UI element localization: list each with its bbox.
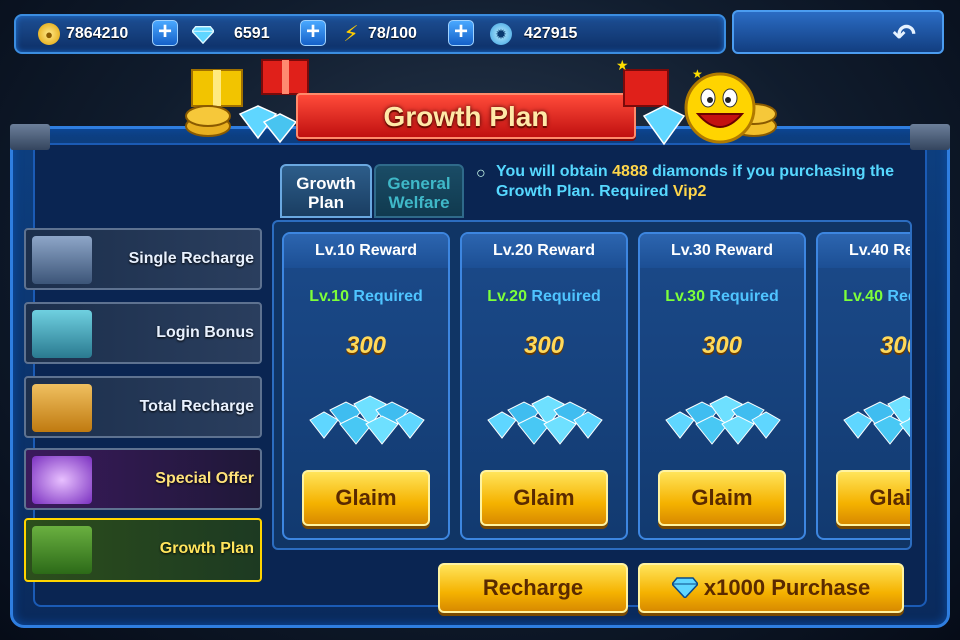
resource-bar: ● 7864210 + 6591 + ⚡ 78/100 + ✹ 427915 [14,14,726,54]
info-text: You will obtain 4888 diamonds if you pur… [496,162,922,202]
claim-button[interactable]: Glaim [658,470,786,526]
diamond-reward-amount: 4888 [612,163,648,180]
required-level: Lv.40 [843,288,883,305]
gold-amount: 7864210 [66,25,129,42]
diamond-pile-icon [309,395,425,445]
claim-button[interactable]: Glaim [302,470,430,526]
sidebar-item-single-recharge[interactable]: Single Recharge [24,228,262,290]
diamond-icon [192,23,214,45]
reward-card-lv30: Lv.30 Reward Lv.30 Required 300 Glaim [638,232,806,540]
sidebar-item-label: Special Offer [155,470,254,487]
purple-diamond-icon [32,456,92,504]
add-diamonds-button[interactable]: + [300,20,326,46]
info-text-part: You will obtain [496,163,613,180]
lightning-icon: ⚡ [343,21,359,46]
diamond-pile-icon [843,395,910,445]
purchase-multiplier: x1000 [703,575,766,600]
tab-label-line1: General [387,174,451,193]
gold-coin-icon: ● [38,23,60,45]
energy-amount: 78/100 [368,25,417,42]
diamond-pile-icon [665,395,781,445]
gold-counter: ● 7864210 [38,16,128,52]
level-requirement: Lv.10 Required [284,288,448,306]
page-title: Growth Plan [383,101,549,132]
required-level: Lv.10 [309,288,349,305]
sidebar-item-special-offer[interactable]: Special Offer [24,448,262,510]
tab-label-line2: Welfare [388,193,450,212]
recharge-button[interactable]: Recharge [438,563,628,613]
sidebar-item-label: Total Recharge [139,398,254,415]
sidebar-item-growth-plan[interactable]: Growth Plan [24,518,262,582]
reward-amount: 300 [523,332,565,359]
calendar-icon [32,310,92,358]
back-button[interactable]: ↶ [732,10,944,54]
gear-amount: 427915 [524,25,578,42]
back-arrow-icon: ↶ [892,19,916,50]
required-label: Required [526,288,601,305]
required-level: Lv.20 [487,288,527,305]
tab-label-line1: Growth [296,174,356,193]
vip-requirement: Vip2 [672,183,707,200]
reward-card-header: Lv.20 Reward [462,234,626,268]
reward-amount: 300 [879,332,910,359]
sidebar-item-label: Growth Plan [159,540,254,557]
money-stack-icon [32,526,92,574]
diamond-counter: 6591 [192,16,270,52]
reward-card-lv40: Lv.40 Reward Lv.40 Required 300 Glaim [816,232,910,540]
smiley-coins-decoration: ★ ★ [616,58,777,146]
purchase-label: Purchase [771,575,871,600]
reward-card-lv10: Lv.10 Reward Lv.10 Required 300 Glaim [282,232,450,540]
title-banner: Growth Plan [296,93,636,139]
sidebar-item-login-bonus[interactable]: Login Bonus [24,302,262,364]
purchase-button[interactable]: x1000 Purchase [638,563,904,613]
claim-button[interactable]: Glaim [836,470,910,526]
tab-growth-plan[interactable]: Growth Plan [280,164,372,218]
add-energy-button[interactable]: + [448,20,474,46]
energy-counter: ⚡ 78/100 [340,16,417,52]
required-label: Required [887,288,910,305]
required-label: Required [348,288,423,305]
reward-amount: 300 [701,332,743,359]
gift-box-icon [32,384,92,432]
treasure-chest-icon [32,236,92,284]
diamond-icon [670,577,699,600]
gear-icon: ✹ [490,23,512,45]
diamond-pile-icon [487,395,603,445]
reward-card-header: Lv.10 Reward [284,234,448,268]
frame-corner-right [910,124,950,150]
level-requirement: Lv.20 Required [462,288,626,306]
reward-list[interactable]: Lv.10 Reward Lv.10 Required 300 Glaim Lv… [272,220,912,550]
level-requirement: Lv.40 Required [818,288,910,306]
svg-text:★: ★ [616,58,629,74]
reward-card-header: Lv.30 Reward [640,234,804,268]
sidebar-item-label: Single Recharge [128,250,254,267]
reward-card-header: Lv.40 Reward [818,234,910,268]
claim-button[interactable]: Glaim [480,470,608,526]
required-level: Lv.30 [665,288,705,305]
reward-card-lv20: Lv.20 Reward Lv.20 Required 300 Glaim [460,232,628,540]
sidebar-item-total-recharge[interactable]: Total Recharge [24,376,262,438]
tab-general-welfare[interactable]: General Welfare [374,164,464,218]
reward-amount: 300 [345,332,387,359]
required-label: Required [704,288,779,305]
gear-counter: ✹ 427915 [490,16,577,52]
add-gold-button[interactable]: + [152,20,178,46]
svg-text:★: ★ [692,67,703,81]
sidebar-item-label: Login Bonus [156,324,254,341]
frame-corner-left [10,124,50,150]
tab-label-line2: Plan [308,193,344,212]
bullet-icon: ○ [476,165,486,182]
diamond-amount: 6591 [234,25,270,42]
growth-plan-info: ○ You will obtain 4888 diamonds if you p… [476,162,922,202]
level-requirement: Lv.30 Required [640,288,804,306]
